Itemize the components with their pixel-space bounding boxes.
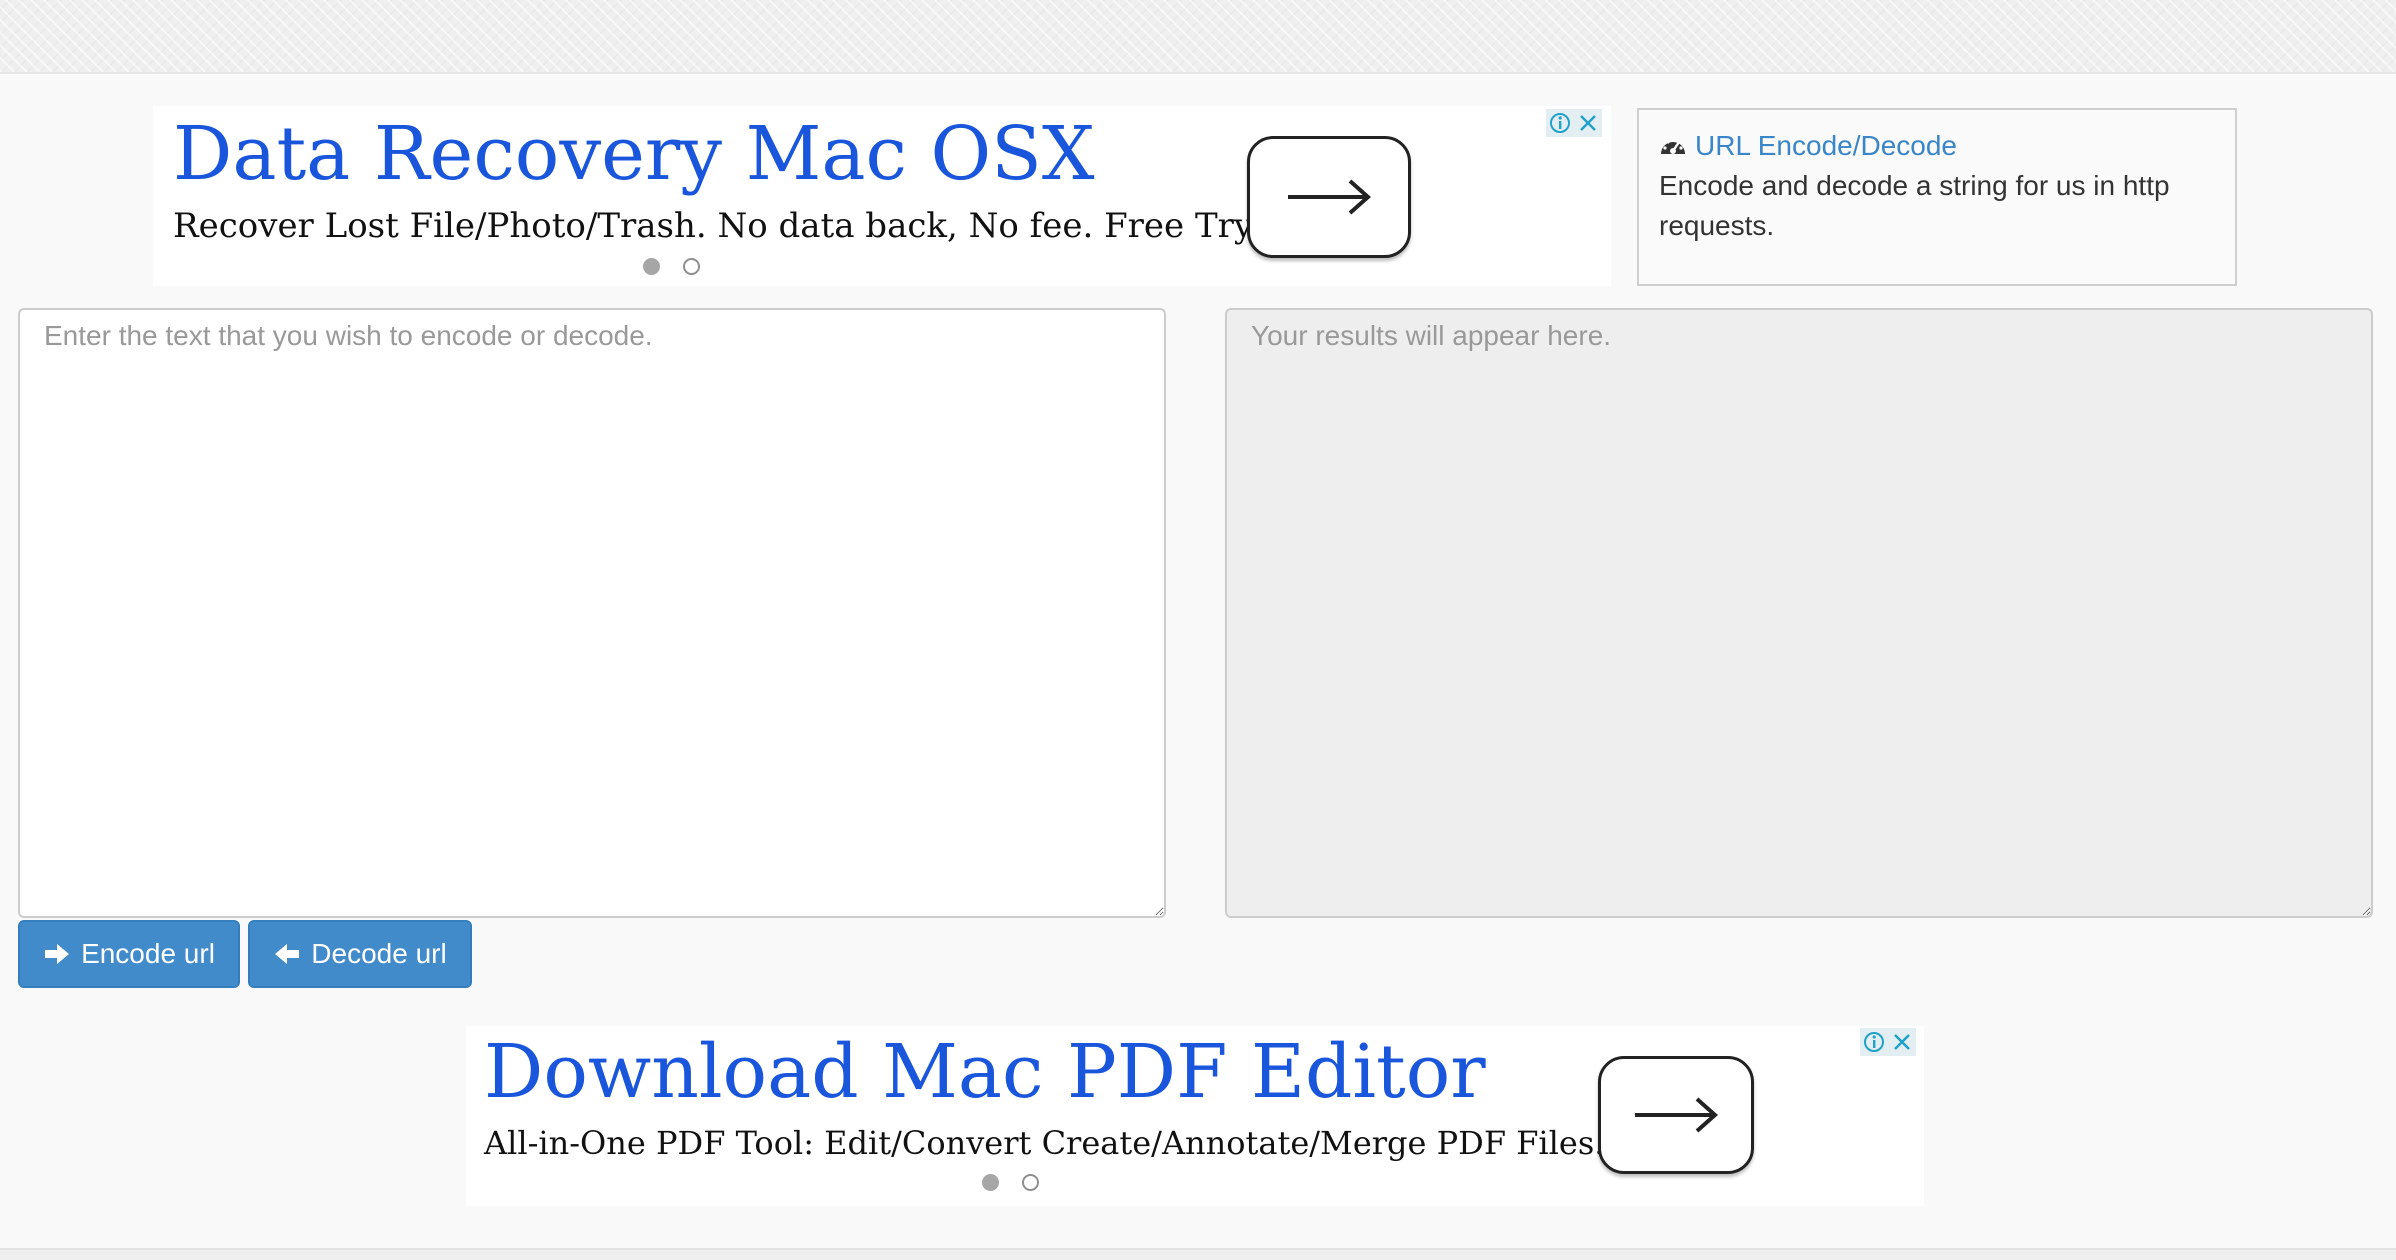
tool-title: URL Encode/Decode	[1695, 130, 1958, 161]
encode-url-button[interactable]: Encode url	[18, 920, 240, 988]
ad-info-icon[interactable]	[1546, 109, 1574, 137]
arrow-right-icon	[45, 944, 70, 964]
carousel-dot-1[interactable]	[982, 1174, 999, 1191]
ad-close-icon[interactable]	[1888, 1028, 1916, 1056]
carousel-dot-2[interactable]	[683, 258, 700, 275]
ad-info-icon[interactable]	[1860, 1028, 1888, 1056]
arrow-right-icon	[1288, 179, 1372, 215]
arrow-left-icon	[275, 944, 300, 964]
ad-title[interactable]: Data Recovery Mac OSX	[173, 108, 1095, 200]
tool-title-link[interactable]: URL Encode/Decode	[1659, 130, 1957, 162]
ad-banner-bottom[interactable]: Download Mac PDF Editor All-in-One PDF T…	[466, 1026, 1924, 1206]
carousel-dot-1[interactable]	[643, 258, 660, 275]
result-output-area[interactable]	[1225, 308, 2373, 918]
page-footer-background	[0, 1248, 2396, 1260]
tool-description: Encode and decode a string for us in htt…	[1659, 170, 2170, 241]
arrow-right-icon	[1635, 1097, 1719, 1133]
decode-url-button[interactable]: Decode url	[248, 920, 472, 988]
tool-info-box: URL Encode/Decode Encode and decode a st…	[1637, 108, 2237, 286]
ad-title[interactable]: Download Mac PDF Editor	[484, 1026, 1486, 1118]
page-header-background	[0, 0, 2396, 74]
ad-banner-top[interactable]: Data Recovery Mac OSX Recover Lost File/…	[153, 106, 1611, 286]
decode-button-label: Decode url	[311, 938, 447, 969]
carousel-dot-2[interactable]	[1022, 1174, 1039, 1191]
ad-description: All-in-One PDF Tool: Edit/Convert Create…	[484, 1124, 1605, 1162]
encode-button-label: Encode url	[81, 938, 215, 969]
ad-description: Recover Lost File/Photo/Trash. No data b…	[173, 206, 1267, 246]
dashboard-icon	[1661, 138, 1685, 154]
adchoices-controls-bottom	[1860, 1028, 1916, 1056]
ad-arrow-button[interactable]	[1247, 136, 1411, 258]
ad-arrow-button[interactable]	[1598, 1056, 1754, 1174]
text-input-area[interactable]	[18, 308, 1166, 918]
adchoices-controls-top	[1546, 109, 1602, 137]
ad-close-icon[interactable]	[1574, 109, 1602, 137]
